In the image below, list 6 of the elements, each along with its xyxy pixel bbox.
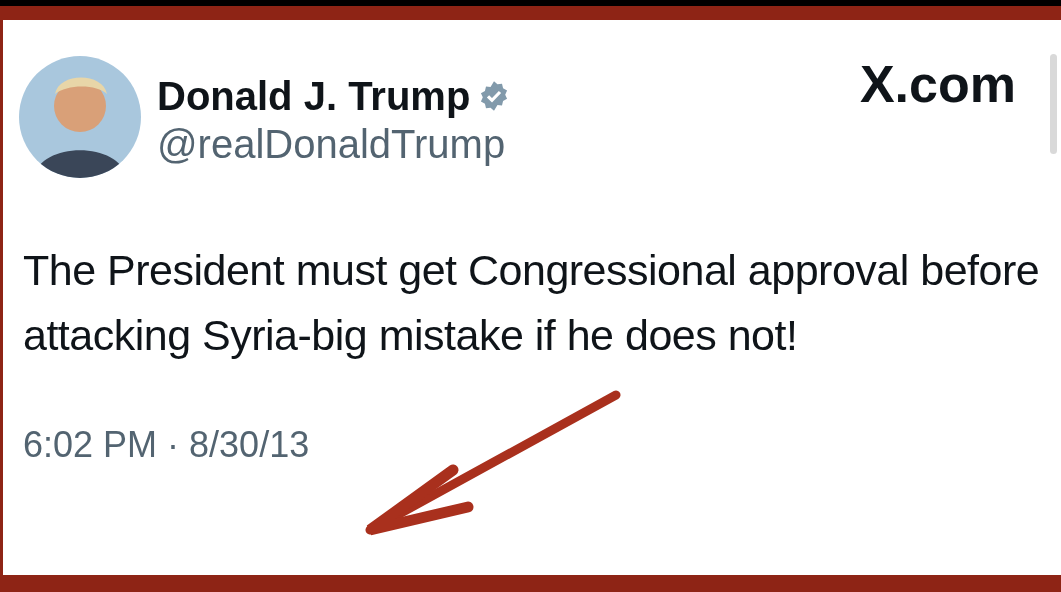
post-timestamp[interactable]: 6:02 PM · 8/30/13 <box>23 418 1061 472</box>
post-text: The President must get Congressional approval before attacking Syria-big mistake if he does not! <box>23 245 1041 361</box>
author-handle[interactable]: @realDonaldTrump <box>157 120 860 168</box>
site-label: X.com <box>859 56 1016 114</box>
scrollbar[interactable] <box>1050 54 1057 154</box>
author-name[interactable]: Donald J. Trump <box>157 72 471 120</box>
